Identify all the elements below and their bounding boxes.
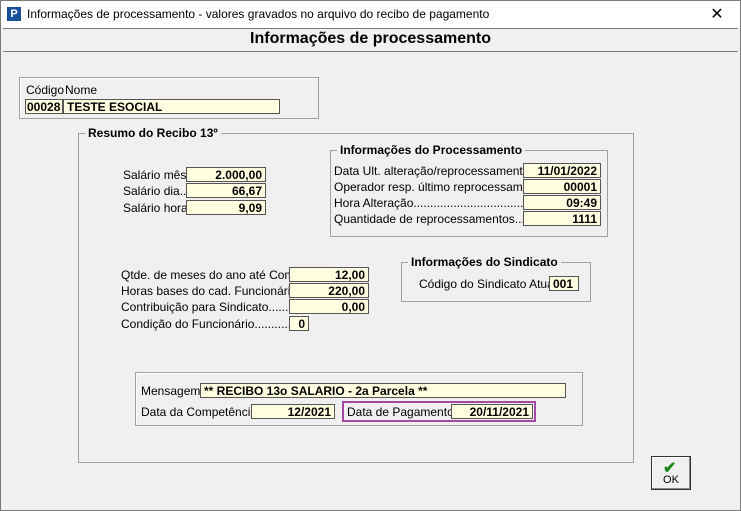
qtde-meses-label: Qtde. de meses do ano até Comp.:: [121, 268, 308, 282]
competencia-label: Data da Competência:: [141, 405, 261, 419]
contribuicao-label: Contribuição para Sindicato..........:: [121, 300, 306, 314]
app-icon: P: [7, 7, 21, 21]
resumo-legend: Resumo do Recibo 13º: [85, 126, 221, 140]
page-title: Informações de processamento: [250, 30, 491, 47]
mensagem-field[interactable]: ** RECIBO 13o SALARIO - 2a Parcela **: [200, 383, 566, 398]
sindicato-group: Informações do Sindicato Código do Sindi…: [401, 255, 591, 302]
pagamento-label: Data de Pagamento:: [347, 405, 458, 419]
mensagem-label: Mensagem:: [141, 384, 204, 398]
data-alteracao-label: Data Ult. alteração/reprocessamento..:: [334, 164, 540, 178]
nome-field[interactable]: TESTE ESOCIAL: [63, 99, 280, 114]
sindicato-legend: Informações do Sindicato: [408, 255, 561, 269]
codigo-sindicato-label: Código do Sindicato Atual:: [419, 277, 560, 291]
salario-dia-field[interactable]: 66,67: [186, 183, 266, 198]
codigo-label: Código: [26, 83, 65, 97]
mensagem-panel: Mensagem: ** RECIBO 13o SALARIO - 2a Par…: [135, 372, 583, 426]
page-header: Informações de processamento: [3, 28, 738, 52]
close-button[interactable]: ✕: [694, 1, 740, 28]
salario-mes-label: Salário mês:: [123, 168, 190, 182]
codigo-sindicato-field[interactable]: 001: [549, 276, 579, 291]
salario-hora-field[interactable]: 9,09: [186, 200, 266, 215]
processamento-group: Informações do Processamento Data Ult. a…: [330, 143, 608, 237]
dialog-window: P Informações de processamento - valores…: [0, 0, 741, 511]
operador-field[interactable]: 00001: [523, 179, 601, 194]
hora-alteracao-label: Hora Alteração..........................…: [334, 196, 547, 210]
qtde-meses-field[interactable]: 12,00: [289, 267, 369, 282]
data-alteracao-field[interactable]: 11/01/2022: [523, 163, 601, 178]
processamento-legend: Informações do Processamento: [337, 143, 526, 157]
salario-mes-field[interactable]: 2.000,00: [186, 167, 266, 182]
salario-dia-label: Salário dia..:: [123, 184, 190, 198]
condicao-field[interactable]: 0: [289, 316, 309, 331]
title-bar[interactable]: P Informações de processamento - valores…: [1, 1, 740, 28]
salario-hora-label: Salário hora:: [123, 201, 192, 215]
resumo-group: Resumo do Recibo 13º Salário mês: 2.000,…: [78, 126, 634, 463]
codigo-field[interactable]: 00028: [25, 99, 63, 114]
employee-panel: Código Nome 00028 TESTE ESOCIAL: [19, 77, 319, 119]
quantidade-field[interactable]: 1111: [523, 211, 601, 226]
hora-alteracao-field[interactable]: 09:49: [523, 195, 601, 210]
ok-label: OK: [663, 474, 679, 486]
horas-bases-field[interactable]: 220,00: [289, 283, 369, 298]
nome-label: Nome: [65, 83, 98, 97]
window-title: Informações de processamento - valores g…: [27, 7, 490, 21]
quantidade-label: Quantidade de reprocessamentos.......:: [334, 212, 542, 226]
pagamento-field[interactable]: 20/11/2021: [451, 404, 533, 419]
horas-bases-label: Horas bases do cad. Funcionários.:: [121, 284, 310, 298]
condicao-label: Condição do Funcionário...............:: [121, 317, 308, 331]
contribuicao-field[interactable]: 0,00: [289, 299, 369, 314]
ok-button[interactable]: ✔ OK: [651, 456, 691, 490]
competencia-field[interactable]: 12/2021: [251, 404, 335, 419]
operador-label: Operador resp. último reprocessamento: [334, 180, 547, 194]
